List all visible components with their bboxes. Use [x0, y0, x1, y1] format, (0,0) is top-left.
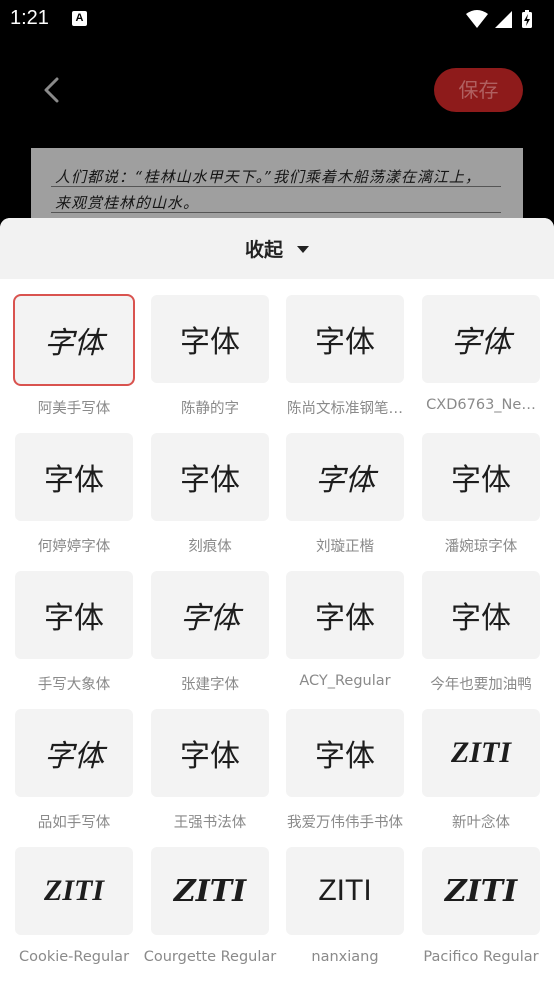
save-button[interactable]: 保存 [434, 68, 523, 112]
font-name-label: CXD6763_Ne… [426, 397, 536, 413]
font-preview: 字体 [13, 294, 135, 386]
notification-icon: A [72, 11, 87, 26]
font-tile[interactable]: 字体 王强书法体 [150, 709, 270, 839]
font-tile[interactable]: ZITI nanxiang [285, 847, 405, 977]
font-tile[interactable]: 字体陈尚文标准钢笔… [285, 295, 405, 425]
font-name-label: 刻痕体 [188, 539, 232, 555]
font-tile[interactable]: 字体 何婷婷字体 [14, 433, 134, 563]
font-tile[interactable]: ZITI Courgette Regular [144, 847, 276, 977]
font-tile[interactable]: 字体 ACY_Regular [285, 571, 405, 701]
font-tile[interactable]: 字体 今年也要加油鸭 [421, 571, 541, 701]
font-name-label: 陈静的字 [181, 401, 239, 417]
font-preview: 字体 [15, 709, 133, 797]
document-rule [51, 212, 501, 213]
font-name-label: 品如手写体 [37, 815, 111, 831]
font-preview: 字体 [15, 571, 133, 659]
font-preview: 字体 [15, 433, 133, 521]
back-button[interactable] [36, 70, 68, 110]
font-tile[interactable]: ZITI 新叶念体 [421, 709, 541, 839]
font-name-label: 何婷婷字体 [37, 539, 111, 555]
collapse-label: 收起 [244, 239, 283, 261]
collapse-button[interactable]: 收起 [0, 218, 554, 279]
font-name-label: Pacifico Regular [423, 949, 539, 965]
font-name-label: 潘婉琼字体 [444, 539, 518, 555]
font-preview: 字体 [286, 433, 404, 521]
font-name-label: 王强书法体 [173, 815, 247, 831]
font-preview: 字体 [422, 433, 540, 521]
font-name-label: 阿美手写体 [37, 401, 111, 417]
status-icons [466, 10, 532, 28]
font-tile[interactable]: 字体 阿美手写体 [13, 294, 135, 425]
battery-icon [522, 10, 532, 28]
font-tile[interactable]: 字体 品如手写体 [14, 709, 134, 839]
font-preview: 字体 [151, 709, 269, 797]
font-tile[interactable]: 字体 手写大象体 [14, 571, 134, 701]
font-tile[interactable]: 字体 张建字体 [150, 571, 270, 701]
font-name-label: ACY_Regular [299, 673, 391, 689]
font-name-label: 我爱万伟伟手书体 [287, 815, 403, 831]
document-line: 人们都说：“桂林山水甲天下。”我们乘着木船荡漾在漓江上， [55, 168, 481, 186]
font-tile[interactable]: 字体 刻痕体 [150, 433, 270, 563]
document-line: 来观赏桂林的山水。 [55, 194, 200, 212]
font-preview: 字体 [151, 433, 269, 521]
font-name-label: 陈尚文标准钢笔… [287, 401, 403, 417]
wifi-icon [466, 10, 488, 28]
font-preview: ZITI [15, 847, 133, 935]
font-preview: ZITI [151, 847, 269, 935]
font-name-label: 新叶念体 [452, 815, 510, 831]
font-preview: 字体 [422, 571, 540, 659]
font-preview: ZITI [422, 709, 540, 797]
font-picker-sheet: 收起 字体 阿美手写体 字体 陈静的字 字体 陈尚文标准钢笔… 字体 CXD6763_Ne… 字… [0, 218, 554, 984]
font-tile[interactable]: 字体 刘璇正楷 [285, 433, 405, 563]
font-name-label: 今年也要加油鸭 [430, 677, 532, 693]
font-tile[interactable]: 字体 CXD6763_Ne… [421, 295, 541, 425]
font-tile[interactable]: 字体 潘婉琼字体 [421, 433, 541, 563]
caret-down-icon [297, 246, 309, 253]
signal-icon [495, 11, 512, 28]
font-name-label: Courgette Regular [143, 949, 277, 965]
font-preview: ZITI [286, 847, 404, 935]
font-name-label: 刘璇正楷 [316, 539, 374, 555]
font-preview: 字体 [286, 571, 404, 659]
font-tile[interactable]: 字体我爱万伟伟手书体 [285, 709, 405, 839]
font-preview: 字体 [286, 295, 404, 383]
font-preview: 字体 [151, 295, 269, 383]
document-preview: 人们都说：“桂林山水甲天下。”我们乘着木船荡漾在漓江上， 来观赏桂林的山水。 [31, 148, 523, 228]
font-tile[interactable]: 字体 陈静的字 [150, 295, 270, 425]
font-preview: ZITI [422, 847, 540, 935]
document-rule [51, 186, 501, 187]
font-tile[interactable]: ZITI Pacifico Regular [421, 847, 541, 977]
chevron-left-icon [44, 77, 59, 103]
font-name-label: nanxiang [311, 949, 379, 965]
font-tile[interactable]: ZITI Cookie-Regular [14, 847, 134, 977]
status-time: 1:21 [10, 7, 49, 29]
font-preview: 字体 [151, 571, 269, 659]
font-name-label: 张建字体 [181, 677, 239, 693]
font-preview: 字体 [286, 709, 404, 797]
status-bar: 1:21 A [0, 0, 554, 38]
font-preview: 字体 [422, 295, 540, 383]
font-name-label: Cookie-Regular [18, 949, 130, 965]
font-name-label: 手写大象体 [37, 677, 111, 693]
